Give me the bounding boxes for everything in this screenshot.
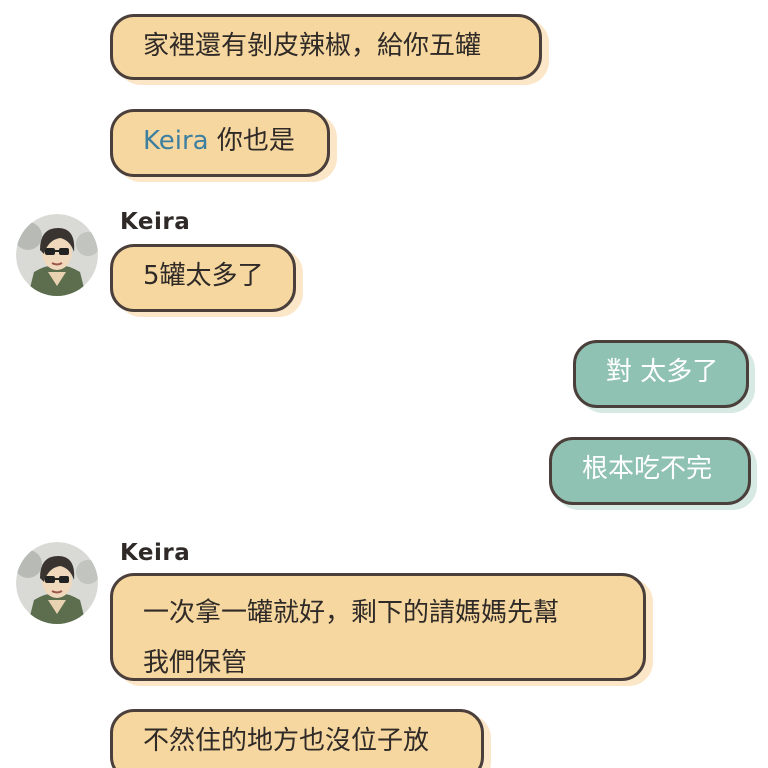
message-text-line: 一次拿一罐就好，剩下的請媽媽先幫 bbox=[143, 598, 560, 628]
message-bubble[interactable]: 家裡還有剝皮辣椒，給你五罐 bbox=[110, 14, 542, 80]
message-text: 你也是 bbox=[208, 126, 295, 156]
message-bubble[interactable]: 根本吃不完 bbox=[549, 437, 751, 505]
avatar-icon bbox=[16, 542, 98, 624]
avatar[interactable] bbox=[16, 542, 98, 624]
message-bubble[interactable]: 對 太多了 bbox=[573, 340, 749, 408]
avatar-icon bbox=[16, 214, 98, 296]
message-bubble[interactable]: 一次拿一罐就好，剩下的請媽媽先幫 我們保管 bbox=[110, 573, 646, 681]
sender-name: Keira bbox=[120, 540, 191, 566]
message-text: 5罐太多了 bbox=[143, 261, 264, 291]
message-text: 家裡還有剝皮辣椒，給你五罐 bbox=[143, 31, 482, 61]
message-text: 不然住的地方也沒位子放 bbox=[143, 726, 430, 756]
message-bubble[interactable]: Keira 你也是 bbox=[110, 109, 330, 177]
message-text: 對 太多了 bbox=[606, 357, 719, 387]
message-bubble[interactable]: 不然住的地方也沒位子放 bbox=[110, 709, 484, 768]
message-text: 根本吃不完 bbox=[582, 454, 713, 484]
avatar[interactable] bbox=[16, 214, 98, 296]
mention-link[interactable]: Keira bbox=[143, 126, 209, 156]
message-bubble[interactable]: 5罐太多了 bbox=[110, 244, 296, 312]
message-text-line: 我們保管 bbox=[143, 648, 248, 678]
chat-screen: 家裡還有剝皮辣椒，給你五罐 Keira 你也是 Keira 5罐太多了 對 太多… bbox=[0, 0, 768, 768]
sender-name: Keira bbox=[120, 209, 191, 235]
